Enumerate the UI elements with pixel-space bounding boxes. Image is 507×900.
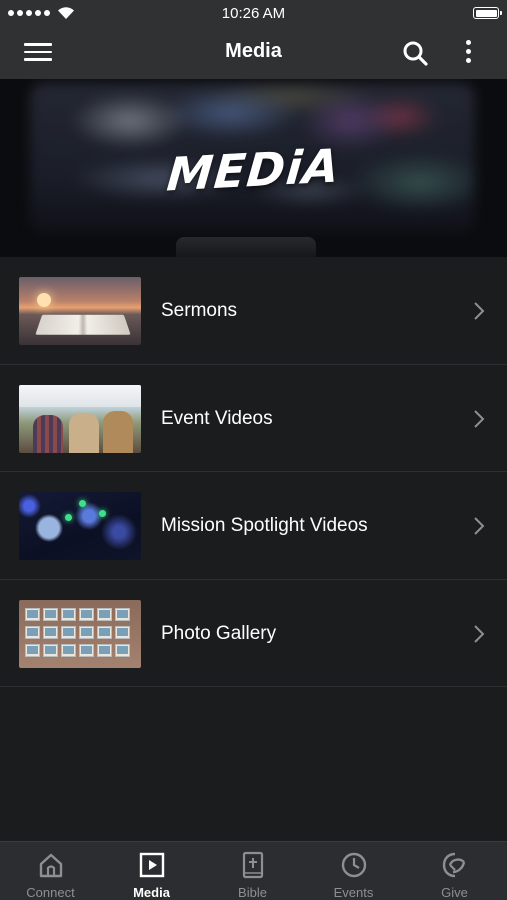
tab-media[interactable]: Media	[101, 842, 202, 900]
list-item-photo-gallery[interactable]: Photo Gallery	[0, 580, 507, 687]
give-icon	[442, 852, 466, 878]
battery-icon	[473, 7, 502, 19]
chevron-right-icon	[474, 302, 485, 320]
home-icon	[39, 853, 63, 878]
navigation-bar: Media	[0, 26, 507, 79]
tab-label: Give	[441, 885, 468, 900]
tab-bible[interactable]: Bible	[202, 842, 303, 900]
tab-label: Connect	[26, 885, 75, 900]
chevron-right-icon	[474, 409, 485, 428]
list-item-label: Photo Gallery	[161, 622, 277, 644]
event-videos-thumbnail	[19, 384, 141, 453]
list-item-label: Mission Spotlight Videos	[161, 515, 368, 536]
status-time: 10:26 AM	[221, 5, 286, 22]
search-icon[interactable]	[401, 39, 429, 67]
chevron-right-icon	[474, 624, 485, 643]
more-options-icon[interactable]	[460, 38, 476, 68]
photo-gallery-thumbnail	[19, 599, 141, 668]
tab-label: Media	[133, 885, 170, 900]
list-item-label: Sermons	[161, 300, 238, 321]
list-item-sermons[interactable]: Sermons	[0, 257, 507, 365]
hero-banner: MEDiA	[0, 79, 507, 257]
tab-connect[interactable]: Connect	[0, 842, 101, 900]
mission-spotlight-thumbnail	[19, 492, 141, 560]
tab-label: Events	[333, 885, 374, 900]
tab-events[interactable]: Events	[303, 842, 404, 900]
status-bar: 10:26 AM	[0, 0, 507, 26]
list-item-label: Event Videos	[161, 407, 273, 429]
clock-icon	[341, 852, 367, 878]
tab-bar: Connect Media Bible Events Give	[0, 841, 507, 900]
bible-icon	[242, 851, 264, 879]
list-item-mission-spotlight-videos[interactable]: Mission Spotlight Videos	[0, 472, 507, 580]
tab-give[interactable]: Give	[404, 842, 505, 900]
page-title: Media	[225, 40, 282, 62]
tab-label: Bible	[238, 885, 267, 900]
list-item-event-videos[interactable]: Event Videos	[0, 365, 507, 472]
sermons-thumbnail	[19, 277, 141, 345]
play-icon	[139, 852, 165, 878]
chevron-right-icon	[474, 517, 485, 535]
media-list: Sermons Event Videos Mission Spotlight V…	[0, 257, 507, 687]
